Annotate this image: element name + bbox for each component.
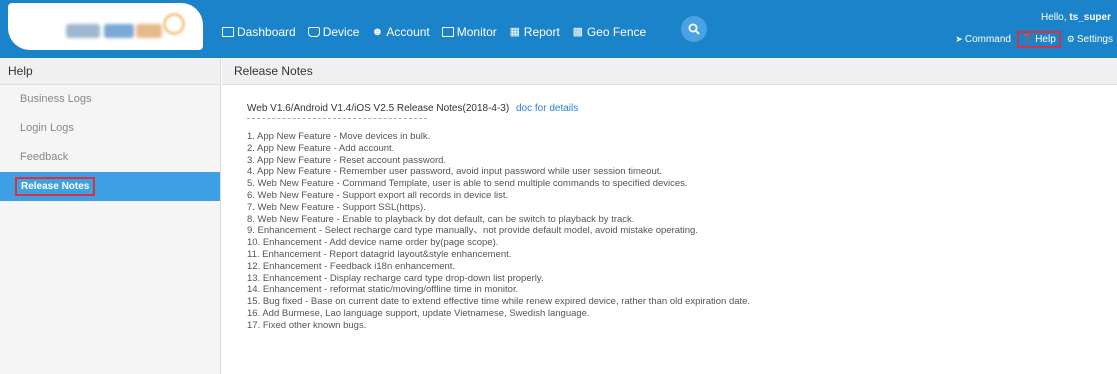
nav-report-label: Report	[523, 25, 560, 39]
command-label: Command	[964, 34, 1011, 45]
logo-sun-icon	[163, 13, 185, 35]
release-note-item: 15. Bug fixed - Base on current date to …	[247, 296, 751, 308]
dashboard-icon	[222, 27, 234, 37]
sidebar: Help Business Logs Login Logs Feedback R…	[0, 58, 221, 374]
search-icon	[688, 23, 700, 35]
nav-geofence-label: Geo Fence	[586, 25, 647, 39]
logo-mark-3	[136, 24, 162, 38]
release-note-item: 16. Add Burmese, Lao language support, u…	[247, 307, 590, 319]
nav-report[interactable]: ▦ Report	[509, 25, 560, 39]
greeting-text: Hello,	[1040, 12, 1067, 23]
brand-logo[interactable]	[8, 3, 203, 50]
gear-icon: ⚙	[1066, 34, 1075, 44]
sidebar-item-release-notes[interactable]: Release Notes	[0, 172, 220, 201]
user-greeting: Hello, ts_super	[1041, 12, 1111, 23]
settings-link[interactable]: ⚙ Settings	[1067, 34, 1113, 45]
release-note-item: 9. Enhancement - Select recharge card ty…	[247, 225, 698, 237]
logo-mark-2	[104, 24, 134, 38]
device-icon	[307, 27, 320, 37]
command-link[interactable]: ➤ Command	[955, 34, 1011, 45]
sidebar-item-login-logs[interactable]: Login Logs	[0, 114, 220, 143]
doc-link[interactable]: doc for details	[516, 103, 578, 114]
nav-device[interactable]: Device	[307, 25, 360, 39]
sidebar-item-business-logs[interactable]: Business Logs	[0, 85, 220, 114]
geofence-icon: ▩	[572, 26, 584, 38]
separator	[247, 118, 427, 119]
main-nav: Dashboard Device ☻ Account Monitor ▦ Rep…	[222, 25, 646, 39]
main-content: Release Notes Web V1.6/Android V1.4/iOS …	[222, 58, 1117, 374]
nav-account[interactable]: ☻ Account	[371, 25, 430, 39]
help-icon: ❓	[1021, 34, 1034, 44]
sidebar-title: Help	[0, 58, 220, 85]
release-note-item: 4. App New Feature - Remember user passw…	[247, 166, 663, 178]
nav-geofence[interactable]: ▩ Geo Fence	[572, 25, 647, 39]
release-note-item: 8. Web New Feature - Enable to playback …	[247, 213, 635, 225]
account-icon: ☻	[371, 26, 384, 38]
settings-label: Settings	[1076, 34, 1113, 45]
release-notes-list: 1. App New Feature - Move devices in bul…	[247, 131, 750, 332]
release-heading-text: Web V1.6/Android V1.4/iOS V2.5 Release N…	[247, 103, 510, 114]
release-note-item: 6. Web New Feature - Support export all …	[247, 189, 509, 201]
nav-account-label: Account	[386, 25, 430, 39]
top-header: Dashboard Device ☻ Account Monitor ▦ Rep…	[0, 0, 1117, 58]
release-note-item: 7. Web New Feature - Support SSL(https).	[247, 201, 426, 213]
nav-dashboard-label: Dashboard	[237, 25, 296, 39]
release-heading: Web V1.6/Android V1.4/iOS V2.5 Release N…	[247, 103, 578, 114]
release-note-item: 10. Enhancement - Add device name order …	[247, 237, 499, 249]
release-note-item: 11. Enhancement - Report datagrid layout…	[247, 248, 512, 260]
release-note-item: 3. App New Feature - Reset account passw…	[247, 154, 447, 166]
release-note-item: 17. Fixed other known bugs.	[247, 319, 367, 331]
nav-monitor[interactable]: Monitor	[441, 25, 497, 39]
page-title: Release Notes	[222, 58, 1117, 85]
nav-device-label: Device	[322, 25, 360, 39]
search-button[interactable]	[681, 16, 707, 42]
release-note-item: 14. Enhancement - reformat static/moving…	[247, 284, 519, 296]
help-label: Help	[1035, 34, 1056, 45]
release-note-item: 2. App New Feature - Add account.	[247, 142, 395, 154]
release-note-item: 12. Enhancement - Feedback i18n enhancem…	[247, 260, 456, 272]
username: ts_super	[1069, 12, 1111, 23]
nav-monitor-label: Monitor	[456, 25, 497, 39]
utility-nav: ➤ Command ❓ Help ⚙ Settings	[955, 31, 1113, 48]
monitor-icon	[441, 27, 454, 37]
report-icon: ▦	[509, 26, 520, 38]
logo-mark	[66, 24, 100, 38]
send-icon: ➤	[955, 34, 963, 44]
release-note-item: 5. Web New Feature - Command Template, u…	[247, 178, 688, 190]
release-note-item: 1. App New Feature - Move devices in bul…	[247, 131, 431, 142]
help-link[interactable]: ❓ Help	[1016, 31, 1061, 48]
sidebar-item-release-notes-label: Release Notes	[15, 177, 96, 196]
release-note-item: 13. Enhancement - Display recharge card …	[247, 272, 544, 284]
sidebar-item-feedback[interactable]: Feedback	[0, 143, 220, 172]
nav-dashboard[interactable]: Dashboard	[222, 25, 296, 39]
